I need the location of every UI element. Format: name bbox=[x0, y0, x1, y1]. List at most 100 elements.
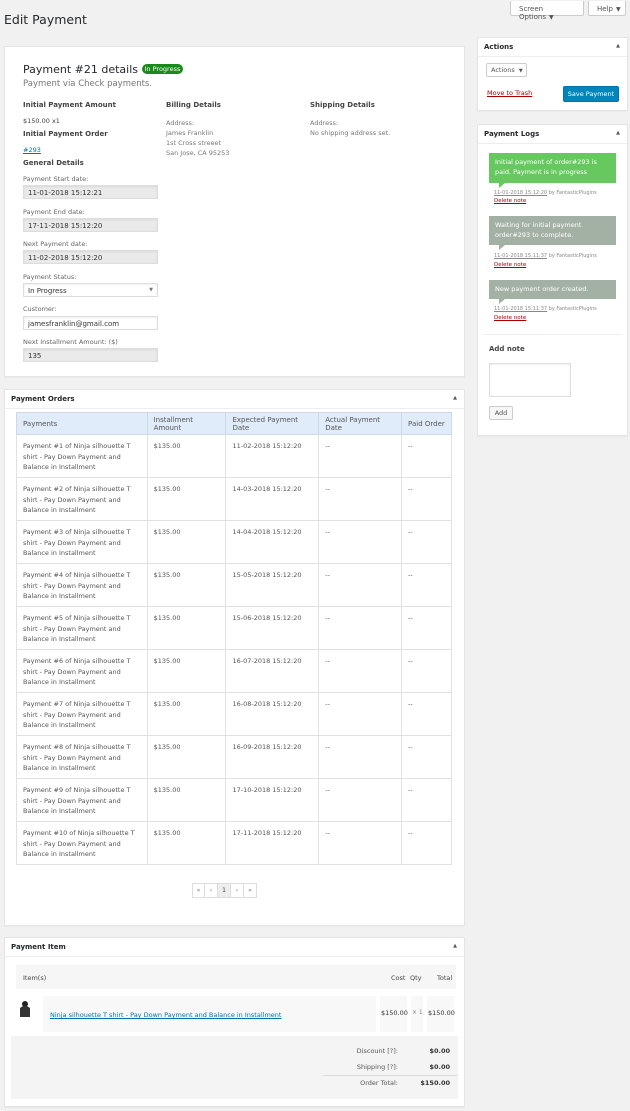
shipping-label: Shipping Details bbox=[310, 101, 375, 109]
table-row: Payment #4 of Ninja silhouette T shirt -… bbox=[16, 563, 452, 607]
log-note-author: by FantasticPlugins bbox=[548, 306, 597, 312]
table-row: Payment #6 of Ninja silhouette T shirt -… bbox=[16, 649, 452, 693]
tshirt-icon bbox=[20, 1001, 30, 1017]
next-date-field[interactable]: 11-02-2018 15:12:20 bbox=[23, 250, 158, 264]
next-page-button[interactable]: › bbox=[231, 883, 244, 898]
current-page[interactable]: 1 bbox=[218, 883, 231, 898]
actions-header[interactable]: Actions ▲ bbox=[478, 38, 627, 57]
order-total-label: Order Total: bbox=[360, 1079, 398, 1087]
qty-value: × 1 bbox=[412, 1009, 423, 1016]
table-cell: 16-07-2018 15:12:20 bbox=[225, 649, 320, 693]
product-cell: Ninja silhouette T shirt - Pay Down Paym… bbox=[43, 996, 376, 1032]
product-link[interactable]: Ninja silhouette T shirt - Pay Down Paym… bbox=[50, 1011, 281, 1019]
payment-logs-title: Payment Logs bbox=[484, 130, 540, 138]
delete-note-link[interactable]: Delete note bbox=[494, 262, 526, 268]
move-to-trash-link[interactable]: Move to Trash bbox=[487, 89, 532, 97]
actions-title: Actions bbox=[484, 43, 514, 51]
actions-select-value: Actions bbox=[491, 66, 515, 74]
table-cell: $135.00 bbox=[146, 649, 227, 693]
status-badge: In Progress bbox=[141, 64, 184, 74]
table-cell: Payment #9 of Ninja silhouette T shirt -… bbox=[16, 778, 148, 822]
table-row: Payment #7 of Ninja silhouette T shirt -… bbox=[16, 692, 452, 736]
table-row: Payment #10 of Ninja silhouette T shirt … bbox=[16, 821, 452, 865]
billing-address-label: Address: bbox=[166, 119, 195, 127]
shipping-address-label: Address: bbox=[310, 119, 339, 127]
next-date-label: Next Payment date: bbox=[23, 240, 88, 248]
discount-value: $0.00 bbox=[429, 1047, 450, 1055]
table-row: Payment #8 of Ninja silhouette T shirt -… bbox=[16, 735, 452, 779]
add-note-textarea[interactable] bbox=[489, 363, 571, 397]
column-header: Expected Payment Date bbox=[225, 412, 320, 435]
screen-options-button[interactable]: Screen Options ▼ bbox=[510, 1, 584, 21]
customer-field[interactable]: jamesfranklin@gmail.com bbox=[23, 316, 158, 330]
delete-note-link[interactable]: Delete note bbox=[494, 315, 526, 321]
table-cell: -- bbox=[318, 735, 403, 779]
table-cell: 14-04-2018 15:12:20 bbox=[225, 520, 320, 564]
payment-orders-table: Payments Installment Amount Expected Pay… bbox=[16, 412, 452, 865]
last-page-button[interactable]: » bbox=[244, 883, 257, 898]
logs-divider bbox=[483, 334, 622, 335]
table-cell: -- bbox=[401, 477, 452, 521]
total-cell: $150.00 bbox=[427, 996, 455, 1032]
first-page-button[interactable]: « bbox=[192, 883, 205, 898]
payment-item-header[interactable]: Payment Item ▲ bbox=[5, 938, 464, 957]
table-cell: -- bbox=[401, 563, 452, 607]
save-payment-button[interactable]: Save Payment bbox=[563, 86, 619, 102]
caret-down-icon: ▼ bbox=[149, 287, 153, 293]
table-cell: -- bbox=[318, 778, 403, 822]
table-cell: -- bbox=[401, 692, 452, 736]
caret-down-icon: ▼ bbox=[549, 14, 554, 21]
start-date-label: Payment Start date: bbox=[23, 175, 89, 183]
log-note-date: 11-01-2018 15:11:37 bbox=[494, 306, 548, 312]
initial-order-link[interactable]: #293 bbox=[23, 146, 41, 154]
table-row: Payment #9 of Ninja silhouette T shirt -… bbox=[16, 778, 452, 822]
table-cell: 17-10-2018 15:12:20 bbox=[225, 778, 320, 822]
log-note: New payment order created. bbox=[489, 280, 616, 304]
shipping-value: No shipping address set. bbox=[310, 129, 391, 137]
initial-order-label: Initial Payment Order bbox=[23, 130, 108, 138]
delete-note-link[interactable]: Delete note bbox=[494, 198, 526, 204]
table-cell: -- bbox=[318, 606, 403, 650]
help-button[interactable]: Help ▼ bbox=[588, 1, 626, 16]
table-cell: 14-03-2018 15:12:20 bbox=[225, 477, 320, 521]
table-cell: 16-08-2018 15:12:20 bbox=[225, 692, 320, 736]
table-cell: $135.00 bbox=[146, 735, 227, 779]
cost-value: $150.00 bbox=[381, 1009, 408, 1017]
table-cell: Payment #1 of Ninja silhouette T shirt -… bbox=[16, 434, 148, 478]
log-note-meta: 11-01-2018 15:11:37 by FantasticPlugins bbox=[494, 253, 597, 259]
table-cell: 16-09-2018 15:12:20 bbox=[225, 735, 320, 779]
table-cell: -- bbox=[401, 649, 452, 693]
prev-page-button[interactable]: ‹ bbox=[205, 883, 218, 898]
collapse-icon[interactable]: ▲ bbox=[453, 943, 457, 949]
initial-amount-value: $150.00 x1 bbox=[23, 117, 60, 125]
add-note-button[interactable]: Add bbox=[489, 406, 513, 420]
collapse-icon[interactable]: ▲ bbox=[616, 43, 620, 49]
items-column: Item(s) bbox=[23, 974, 47, 982]
table-cell: Payment #8 of Ninja silhouette T shirt -… bbox=[16, 735, 148, 779]
payment-logs-header[interactable]: Payment Logs ▲ bbox=[478, 125, 627, 144]
table-cell: 17-11-2018 15:12:20 bbox=[225, 821, 320, 865]
table-cell: 15-06-2018 15:12:20 bbox=[225, 606, 320, 650]
payment-orders-header[interactable]: Payment Orders ▲ bbox=[5, 390, 464, 409]
qty-column: Qty bbox=[410, 974, 422, 982]
table-cell: Payment #6 of Ninja silhouette T shirt -… bbox=[16, 649, 148, 693]
installment-field[interactable]: 135 bbox=[23, 348, 158, 362]
collapse-icon[interactable]: ▲ bbox=[453, 395, 457, 401]
status-select[interactable]: In Progress ▼ bbox=[23, 283, 158, 297]
qty-cell: × 1 bbox=[411, 996, 423, 1032]
billing-label: Billing Details bbox=[166, 101, 221, 109]
table-cell: -- bbox=[401, 821, 452, 865]
table-cell: $135.00 bbox=[146, 563, 227, 607]
start-date-field[interactable]: 11-01-2018 15:12:21 bbox=[23, 185, 158, 199]
table-cell: -- bbox=[318, 434, 403, 478]
actions-select[interactable]: Actions ▼ bbox=[486, 63, 527, 77]
end-date-field[interactable]: 17-11-2018 15:12:20 bbox=[23, 218, 158, 232]
cost-column: Cost bbox=[391, 974, 406, 982]
table-cell: $135.00 bbox=[146, 434, 227, 478]
caret-down-icon: ▼ bbox=[518, 68, 523, 74]
collapse-icon[interactable]: ▲ bbox=[616, 130, 620, 136]
table-row: Payment #3 of Ninja silhouette T shirt -… bbox=[16, 520, 452, 564]
table-cell: $135.00 bbox=[146, 778, 227, 822]
table-cell: -- bbox=[318, 563, 403, 607]
product-thumbnail bbox=[18, 1000, 32, 1018]
